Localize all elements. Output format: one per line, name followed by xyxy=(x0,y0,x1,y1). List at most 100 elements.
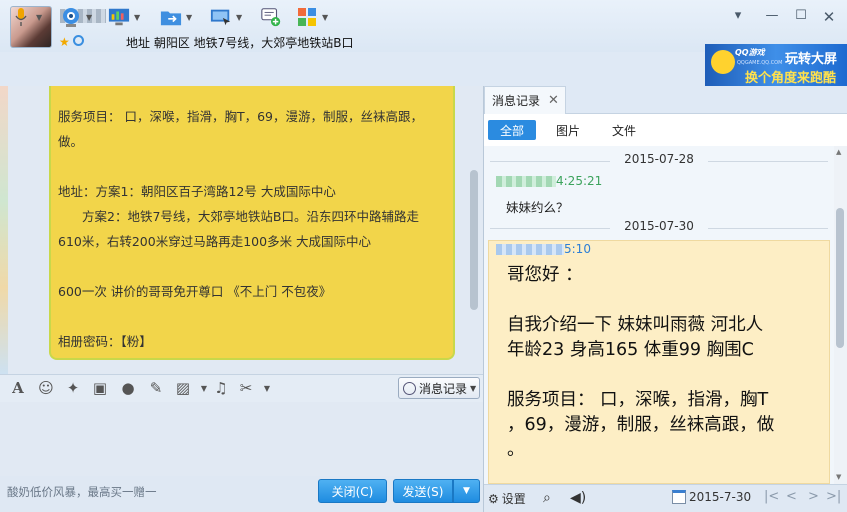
group-invite-button[interactable] xyxy=(260,4,282,30)
message-line: 服务项目： 口，深喉，指滑，胸T xyxy=(507,390,769,410)
apps-button[interactable]: ▼ xyxy=(296,4,328,30)
qq-game-ad-banner[interactable]: QQ游戏 QQGAME.QQ.COM 玩转大屏 换个角度来跑酷 xyxy=(705,44,847,86)
gear-icon: ⚙ xyxy=(488,491,499,506)
message-bubble-text: 服务项目： 口，深喉，指滑，胸T，69，漫游，制服，丝袜高跟， 做。 地址：方案… xyxy=(58,104,443,354)
sender-name-blurred xyxy=(496,176,556,187)
first-page-icon[interactable]: |< xyxy=(764,489,779,504)
clock-icon xyxy=(403,381,416,395)
message-sender: 4:25:21 xyxy=(496,174,602,188)
qzone-icon[interactable] xyxy=(73,35,84,46)
ad-line-2: 换个角度来跑酷 xyxy=(745,71,837,86)
close-icon[interactable]: ✕ xyxy=(548,93,559,108)
apps-grid-icon xyxy=(296,6,318,28)
video-call-button[interactable]: ▼ xyxy=(60,4,92,30)
settings-label: 设置 xyxy=(501,492,526,506)
filter-files[interactable]: 文件 xyxy=(602,120,646,140)
next-page-icon[interactable]: > xyxy=(808,489,819,504)
message-time: 5:10 xyxy=(564,242,591,256)
speaker-icon[interactable]: ◀) xyxy=(570,490,586,506)
remote-desktop-button[interactable]: ▼ xyxy=(108,4,140,30)
voice-message-icon[interactable]: ● xyxy=(119,379,137,397)
message-line xyxy=(507,288,807,313)
message-time: 4:25:21 xyxy=(556,174,603,188)
bubble-line: 600一次 讲价的哥哥免开尊口 《不上门 不包夜》 xyxy=(58,284,332,299)
emoji-icon[interactable]: ☺ xyxy=(37,379,55,397)
chevron-down-icon[interactable]: ▼ xyxy=(134,13,140,22)
minimize-button[interactable]: — xyxy=(762,8,782,23)
shake-icon[interactable]: ▣ xyxy=(91,379,109,397)
message-line: ，69，漫游，制服，丝袜高跟，做 xyxy=(507,415,775,435)
date-separator: 2015-07-30 xyxy=(484,219,834,237)
last-page-icon[interactable]: >| xyxy=(826,489,841,504)
folder-icon xyxy=(160,6,182,28)
ad-brand: QQ游戏 xyxy=(735,48,765,57)
message-line: 年龄23 身高165 体重99 胸围C xyxy=(507,340,754,360)
promo-link[interactable]: 酸奶低价风暴，最高买一赠一 xyxy=(7,484,157,500)
message-text: 妹妹约么？ xyxy=(506,200,569,215)
message-line: 哥您好 ： xyxy=(507,265,583,285)
close-window-button[interactable]: ✕ xyxy=(819,8,839,26)
image-icon[interactable]: ▨ xyxy=(174,379,192,397)
ad-brand-sub: QQGAME.QQ.COM xyxy=(737,60,783,66)
maximize-button[interactable]: ☐ xyxy=(791,8,811,23)
history-button-label: 消息记录 xyxy=(419,381,468,396)
filter-images[interactable]: 图片 xyxy=(546,120,590,140)
doodle-icon[interactable]: ✎ xyxy=(147,379,165,397)
scroll-thumb[interactable] xyxy=(836,208,844,348)
bubble-line xyxy=(58,254,443,279)
message-history-button[interactable]: 消息记录 ▼ xyxy=(398,377,480,399)
filter-all[interactable]: 全部 xyxy=(488,120,536,140)
message-sender: 5:10 xyxy=(496,242,591,256)
highlighted-message-text: 哥您好 ： 自我介绍一下 妹妹叫雨薇 河北人 年龄23 身高165 体重99 胸… xyxy=(507,263,807,463)
tab-message-history[interactable]: 消息记录 ✕ xyxy=(484,86,566,114)
chevron-down-icon: ▼ xyxy=(463,486,470,496)
bubble-line: 服务项目： 口，深喉，指滑，胸T，69，漫游，制服，丝袜高跟， xyxy=(58,109,424,124)
date-picker[interactable]: 2015-7-30 xyxy=(672,490,751,504)
bubble-line xyxy=(58,154,443,179)
chevron-down-icon[interactable]: ▼ xyxy=(195,384,213,393)
bubble-line: 相册密码：【粉】 xyxy=(58,334,152,349)
decorative-strip xyxy=(0,86,8,374)
dropdown-menu-button[interactable]: ▾ xyxy=(728,8,748,23)
screen-share-icon xyxy=(210,6,232,28)
bubble-line xyxy=(58,304,443,329)
chevron-down-icon[interactable]: ▼ xyxy=(322,13,328,22)
chevron-down-icon[interactable]: ▼ xyxy=(36,13,42,22)
scroll-down-icon[interactable]: ▼ xyxy=(836,473,841,481)
tab-label: 消息记录 xyxy=(492,94,541,108)
send-file-button[interactable]: ▼ xyxy=(160,4,192,30)
scissors-icon[interactable]: ✂ xyxy=(237,379,255,397)
chat-toolbar xyxy=(0,52,705,86)
font-icon[interactable]: A xyxy=(9,379,27,397)
voice-call-button[interactable]: ▼ xyxy=(10,4,42,30)
send-button[interactable]: 发送(S) xyxy=(393,479,453,503)
close-button[interactable]: 关闭(C) xyxy=(318,479,387,503)
chat-scrollbar[interactable] xyxy=(470,170,478,310)
chat-add-icon xyxy=(260,6,282,28)
prev-page-icon[interactable]: < xyxy=(786,489,797,504)
magic-icon[interactable]: ✦ xyxy=(64,379,82,397)
sender-name-blurred xyxy=(496,244,564,255)
chevron-down-icon[interactable]: ▼ xyxy=(258,384,276,393)
history-scrollbar[interactable]: ▲ ▼ xyxy=(834,146,847,484)
music-icon[interactable]: ♫ xyxy=(212,379,230,397)
scroll-up-icon[interactable]: ▲ xyxy=(836,148,841,156)
message-line xyxy=(507,363,807,388)
date-separator: 2015-07-28 xyxy=(484,152,834,170)
chevron-down-icon[interactable]: ▼ xyxy=(86,13,92,22)
screen-share-button[interactable]: ▼ xyxy=(210,4,242,30)
chevron-down-icon: ▼ xyxy=(470,383,477,393)
bubble-line: 做。 xyxy=(58,134,84,149)
message-input[interactable] xyxy=(0,402,483,476)
send-options-button[interactable]: ▼ xyxy=(453,479,480,503)
chevron-down-icon[interactable]: ▼ xyxy=(186,13,192,22)
settings-button[interactable]: ⚙ 设置 xyxy=(488,490,526,507)
star-icon: ★ xyxy=(59,35,70,49)
webcam-icon xyxy=(60,6,82,28)
bubble-line: 610米，右转200米穿过马路再走100多米 大成国际中心 xyxy=(58,234,372,249)
bubble-line: 方案2：地铁7号线，大郊亭地铁站B口。沿东四环中路辅路走 xyxy=(82,209,419,224)
monitor-icon xyxy=(108,6,130,28)
chevron-down-icon[interactable]: ▼ xyxy=(236,13,242,22)
search-icon[interactable]: ⌕ xyxy=(543,490,551,506)
date-picker-value: 2015-7-30 xyxy=(689,490,752,504)
